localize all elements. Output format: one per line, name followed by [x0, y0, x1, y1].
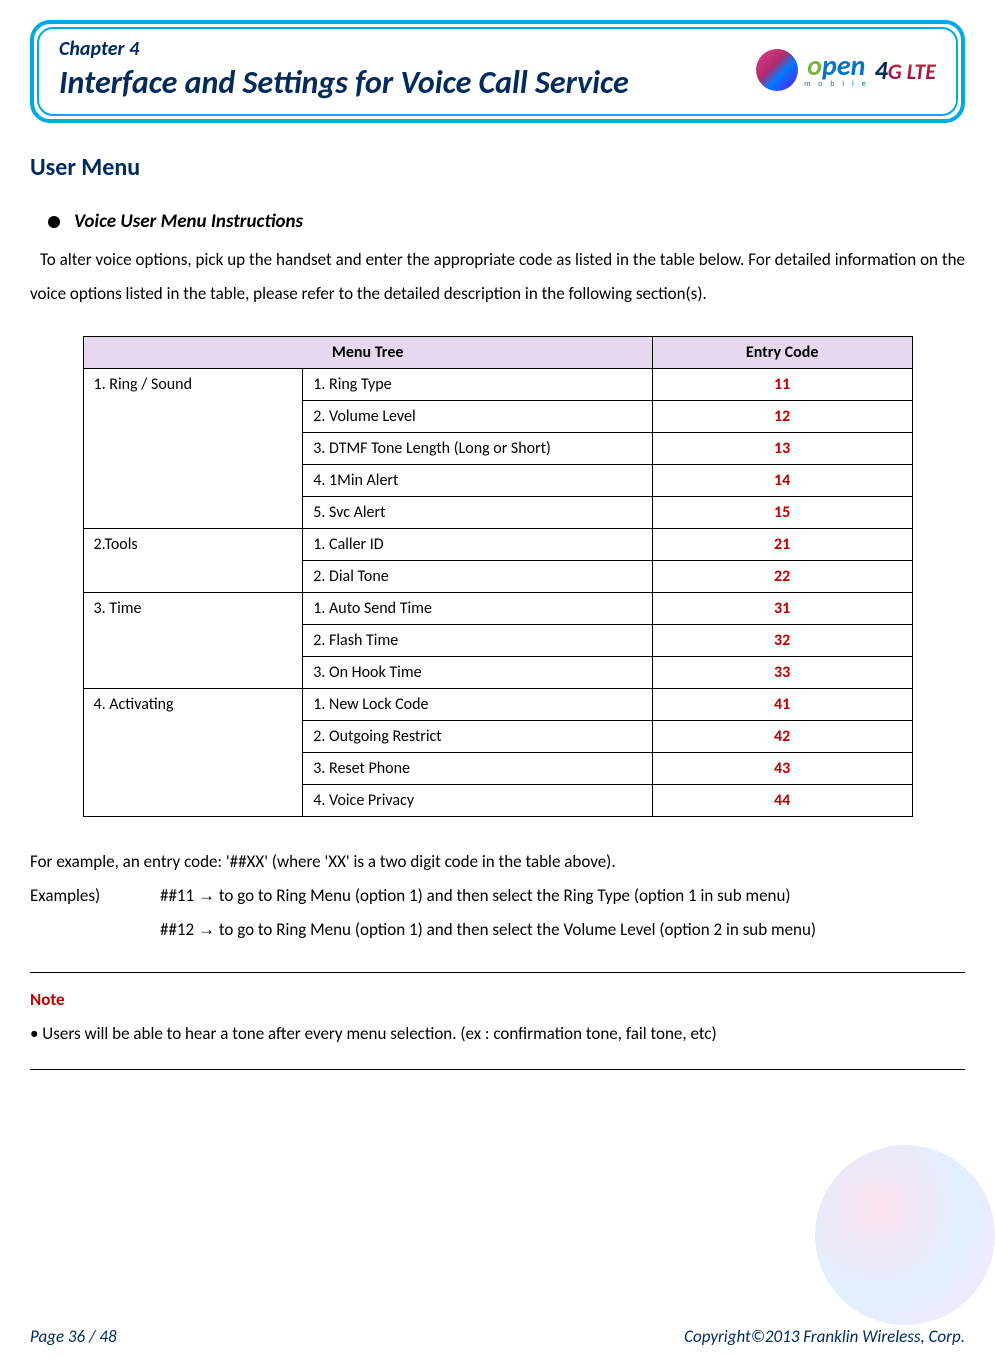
example-block: For example, an entry code: '##XX' (wher…	[30, 845, 965, 947]
item-cell: 5. Svc Alert	[303, 497, 653, 529]
lte-logo: 4G LTE	[875, 54, 936, 86]
category-cell: 1. Ring / Sound	[83, 369, 303, 529]
code-cell: 13	[652, 433, 912, 465]
item-cell: 1. Caller ID	[303, 529, 653, 561]
examples-label: Examples)	[30, 879, 160, 913]
chapter-header: Chapter 4 Interface and Settings for Voi…	[30, 20, 965, 123]
open-logo-pen: pen	[822, 52, 865, 80]
code-cell: 32	[652, 625, 912, 657]
code-cell: 11	[652, 369, 912, 401]
item-cell: 3. DTMF Tone Length (Long or Short)	[303, 433, 653, 465]
code-cell: 33	[652, 657, 912, 689]
table-row: 2.Tools1. Caller ID21	[83, 529, 912, 561]
arrow-icon: →	[198, 920, 215, 939]
menu-table: Menu Tree Entry Code 1. Ring / Sound1. R…	[83, 336, 913, 817]
code-cell: 14	[652, 465, 912, 497]
example-1-code: ##11	[160, 885, 198, 906]
code-cell: 22	[652, 561, 912, 593]
bullet-heading: Voice User Menu Instructions	[74, 210, 303, 233]
header-logos: o pen m o b i l e 4G LTE	[756, 49, 936, 91]
item-cell: 4. 1Min Alert	[303, 465, 653, 497]
chapter-title: Interface and Settings for Voice Call Se…	[59, 63, 756, 102]
code-cell: 44	[652, 785, 912, 817]
open-logo-mobile: m o b i l e	[804, 80, 869, 88]
item-cell: 4. Voice Privacy	[303, 785, 653, 817]
arrow-icon: →	[198, 886, 215, 905]
th-menu-tree: Menu Tree	[83, 337, 652, 369]
table-row: 4. Activating1. New Lock Code41	[83, 689, 912, 721]
category-cell: 3. Time	[83, 593, 303, 689]
item-cell: 2. Flash Time	[303, 625, 653, 657]
section-title: User Menu	[30, 153, 965, 182]
code-cell: 31	[652, 593, 912, 625]
note-label: Note	[30, 983, 965, 1017]
code-cell: 43	[652, 753, 912, 785]
example-2: ##12 → to go to Ring Menu (option 1) and…	[160, 913, 816, 947]
chapter-header-text: Chapter 4 Interface and Settings for Voi…	[59, 37, 756, 102]
code-cell: 41	[652, 689, 912, 721]
open-logo-o: o	[807, 52, 822, 80]
category-cell: 4. Activating	[83, 689, 303, 817]
th-entry-code: Entry Code	[652, 337, 912, 369]
code-cell: 15	[652, 497, 912, 529]
chapter-header-inner: Chapter 4 Interface and Settings for Voi…	[37, 27, 958, 116]
examples-label-blank	[30, 913, 160, 947]
brand-swirl-icon	[756, 49, 798, 91]
lte-logo-four: 4	[875, 54, 888, 86]
item-cell: 3. On Hook Time	[303, 657, 653, 689]
item-cell: 1. Ring Type	[303, 369, 653, 401]
code-cell: 42	[652, 721, 912, 753]
lte-logo-rest: G LTE	[888, 58, 936, 85]
watermark-swirl-icon	[815, 1145, 995, 1325]
table-row: 1. Ring / Sound1. Ring Type11	[83, 369, 912, 401]
intro-paragraph: To alter voice options, pick up the hand…	[30, 243, 965, 311]
note-text: • Users will be able to hear a tone afte…	[30, 1017, 965, 1051]
open-mobile-logo: o pen m o b i l e	[804, 52, 869, 88]
item-cell: 3. Reset Phone	[303, 753, 653, 785]
item-cell: 1. Auto Send Time	[303, 593, 653, 625]
table-row: 3. Time1. Auto Send Time31	[83, 593, 912, 625]
code-cell: 21	[652, 529, 912, 561]
note-block: Note • Users will be able to hear a tone…	[30, 972, 965, 1070]
example-1-text: to go to Ring Menu (option 1) and then s…	[215, 885, 791, 906]
bullet-icon	[48, 216, 60, 228]
page-footer: Page 36 / 48 Copyright©2013 Franklin Wir…	[30, 1326, 965, 1347]
footer-copyright: Copyright©2013 Franklin Wireless, Corp.	[684, 1326, 965, 1347]
chapter-label: Chapter 4	[59, 37, 756, 61]
item-cell: 2. Outgoing Restrict	[303, 721, 653, 753]
category-cell: 2.Tools	[83, 529, 303, 593]
example-1: ##11 → to go to Ring Menu (option 1) and…	[160, 879, 791, 913]
bullet-row: Voice User Menu Instructions	[48, 210, 965, 233]
item-cell: 2. Dial Tone	[303, 561, 653, 593]
item-cell: 1. New Lock Code	[303, 689, 653, 721]
example-intro: For example, an entry code: '##XX' (wher…	[30, 845, 965, 879]
code-cell: 12	[652, 401, 912, 433]
footer-page: Page 36 / 48	[30, 1326, 117, 1347]
example-2-text: to go to Ring Menu (option 1) and then s…	[215, 919, 816, 940]
item-cell: 2. Volume Level	[303, 401, 653, 433]
example-2-code: ##12	[160, 919, 198, 940]
